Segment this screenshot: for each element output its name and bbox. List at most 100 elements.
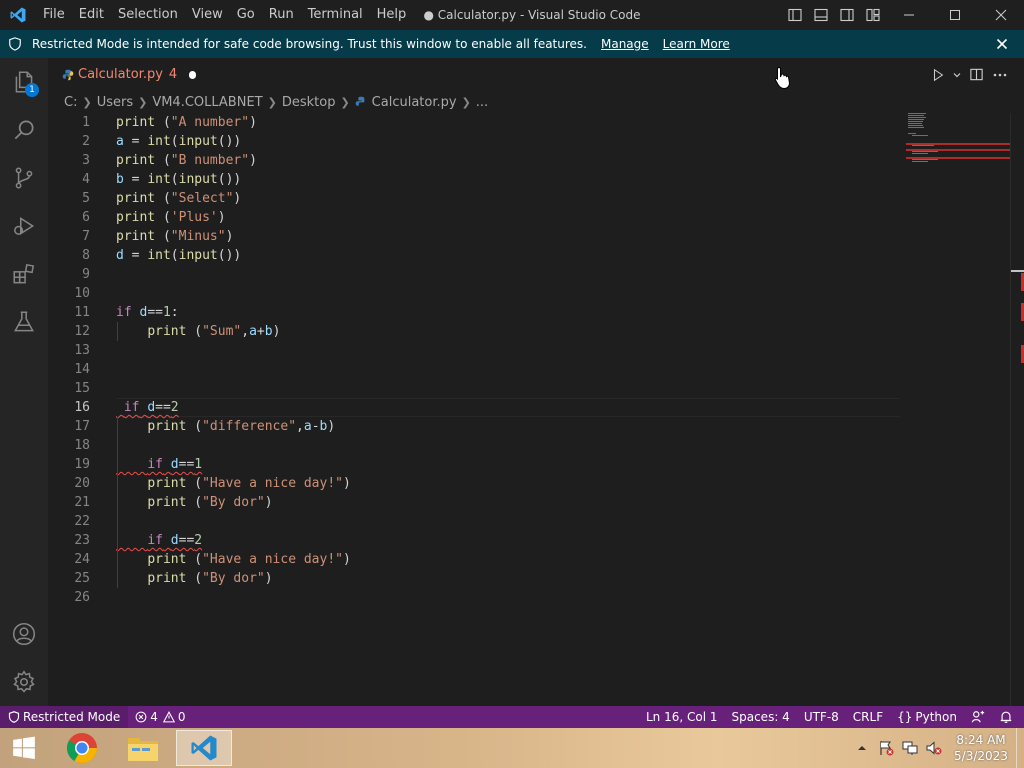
menu-selection[interactable]: Selection <box>111 0 185 30</box>
code-line[interactable]: 25 print ("By dor") <box>48 569 898 588</box>
code-line[interactable]: 26 <box>48 588 898 607</box>
system-tray: 8:24 AM 5/3/2023 <box>850 728 1024 768</box>
code-line[interactable]: 24 print ("Have a nice day!") <box>48 550 898 569</box>
code-line[interactable]: 21 print ("By dor") <box>48 493 898 512</box>
extensions-icon[interactable] <box>0 250 48 298</box>
breadcrumb-user-folder[interactable]: VM4.COLLABNET <box>152 95 262 110</box>
encoding[interactable]: UTF-8 <box>797 706 846 728</box>
line-number: 18 <box>74 438 90 453</box>
code-line[interactable]: 20 print ("Have a nice day!") <box>48 474 898 493</box>
code-line[interactable]: 4 b = int(input()) <box>48 170 898 189</box>
restricted-mode-label: Restricted Mode <box>23 710 121 724</box>
indentation[interactable]: Spaces: 4 <box>725 706 797 728</box>
line-number: 9 <box>82 267 90 282</box>
tab-calculator-py[interactable]: Calculator.py 4 <box>48 58 196 91</box>
end-of-line[interactable]: CRLF <box>846 706 890 728</box>
source-control-icon[interactable] <box>0 154 48 202</box>
show-desktop-button[interactable] <box>1016 728 1024 768</box>
accounts-icon[interactable] <box>0 610 48 658</box>
menu-view[interactable]: View <box>185 0 230 30</box>
code-line[interactable]: 22 <box>48 512 898 531</box>
customize-layout-icon[interactable] <box>860 0 886 30</box>
warning-triangle-icon <box>162 711 175 723</box>
problems-status[interactable]: 4 0 <box>128 706 192 728</box>
code-line[interactable]: 23 if d==2 <box>48 531 898 550</box>
run-debug-icon[interactable] <box>0 202 48 250</box>
breadcrumb-drive[interactable]: C: <box>64 95 77 110</box>
code-line[interactable]: 17 print ("difference",a-b) <box>48 417 898 436</box>
code-line[interactable]: 12 print ("Sum",a+b) <box>48 322 898 341</box>
run-python-file-icon[interactable] <box>926 58 950 91</box>
code-line[interactable]: 6 print ('Plus') <box>48 208 898 227</box>
code-line[interactable]: 10 <box>48 284 898 303</box>
toggle-panel-icon[interactable] <box>808 0 834 30</box>
split-editor-icon[interactable] <box>964 58 988 91</box>
status-bar-right: Ln 16, Col 1 Spaces: 4 UTF-8 CRLF {} Pyt… <box>639 706 1020 728</box>
line-number: 26 <box>74 590 90 605</box>
code-line[interactable]: 14 <box>48 360 898 379</box>
menu-go[interactable]: Go <box>230 0 262 30</box>
explorer-icon[interactable]: 1 <box>0 58 48 106</box>
editor-tabs: Calculator.py 4 <box>48 58 1024 91</box>
line-number: 20 <box>74 476 90 491</box>
show-hidden-icons-icon[interactable] <box>850 728 874 768</box>
code-line[interactable]: 1 print ("A number") <box>48 113 898 132</box>
network-icon[interactable] <box>898 728 922 768</box>
windows-start-icon[interactable] <box>8 734 40 762</box>
menu-help[interactable]: Help <box>370 0 414 30</box>
code-line[interactable]: 5 print ("Select") <box>48 189 898 208</box>
vscode-icon[interactable] <box>176 730 232 766</box>
code-line[interactable]: 8 d = int(input()) <box>48 246 898 265</box>
breadcrumb-users[interactable]: Users <box>97 95 133 110</box>
manage-gear-icon[interactable] <box>0 658 48 706</box>
volume-muted-icon[interactable] <box>922 728 946 768</box>
menu-edit[interactable]: Edit <box>72 0 111 30</box>
error-count: 4 <box>150 710 158 724</box>
learn-more-link[interactable]: Learn More <box>663 37 730 51</box>
editor-scrollbar[interactable] <box>1010 113 1024 706</box>
code-line[interactable]: 13 <box>48 341 898 360</box>
close-icon[interactable] <box>978 0 1024 30</box>
toggle-secondary-sidebar-icon[interactable] <box>834 0 860 30</box>
code-line[interactable]: 3 print ("B number") <box>48 151 898 170</box>
code-line[interactable]: 18 <box>48 436 898 455</box>
more-actions-icon[interactable] <box>988 58 1012 91</box>
chevron-right-icon: ❯ <box>461 95 471 109</box>
code-line[interactable]: 2 a = int(input()) <box>48 132 898 151</box>
code-line[interactable]: 15 <box>48 379 898 398</box>
notifications-bell-icon[interactable] <box>992 706 1020 728</box>
run-dropdown-chevron-icon[interactable] <box>950 58 964 91</box>
toggle-primary-sidebar-icon[interactable] <box>782 0 808 30</box>
line-number: 11 <box>74 305 90 320</box>
minimize-icon[interactable] <box>886 0 932 30</box>
code-line[interactable]: 16 if d==2 <box>48 398 898 417</box>
cursor-position[interactable]: Ln 16, Col 1 <box>639 706 725 728</box>
menu-run[interactable]: Run <box>262 0 301 30</box>
minimap[interactable] <box>906 113 1010 173</box>
action-center-flag-icon[interactable] <box>874 728 898 768</box>
language-mode[interactable]: {} Python <box>890 706 964 728</box>
breadcrumb-symbols[interactable]: ... <box>476 95 488 110</box>
search-icon[interactable] <box>0 106 48 154</box>
taskbar-clock[interactable]: 8:24 AM 5/3/2023 <box>946 732 1016 764</box>
restricted-mode-status[interactable]: Restricted Mode <box>0 706 129 728</box>
code-editor[interactable]: 1 print ("A number") 2 a = int(input()) 3 pri… <box>48 113 1010 706</box>
code-line[interactable]: 9 <box>48 265 898 284</box>
manage-link[interactable]: Manage <box>601 37 649 51</box>
file-explorer-icon[interactable] <box>115 730 171 766</box>
breadcrumb-file[interactable]: Calculator.py <box>355 95 457 110</box>
unsaved-dot-icon[interactable] <box>189 70 196 79</box>
chevron-right-icon: ❯ <box>138 95 148 109</box>
testing-icon[interactable] <box>0 298 48 346</box>
chrome-icon[interactable] <box>54 730 110 766</box>
breadcrumb-desktop[interactable]: Desktop <box>282 95 336 110</box>
code-line[interactable]: 7 print ("Minus") <box>48 227 898 246</box>
maximize-icon[interactable] <box>932 0 978 30</box>
menu-file[interactable]: File <box>36 0 72 30</box>
feedback-icon[interactable] <box>964 706 992 728</box>
menu-terminal[interactable]: Terminal <box>301 0 370 30</box>
banner-close-icon[interactable] <box>992 34 1012 54</box>
editor-actions <box>926 58 1012 91</box>
code-line[interactable]: 11 if d==1: <box>48 303 898 322</box>
code-line[interactable]: 19 if d==1 <box>48 455 898 474</box>
